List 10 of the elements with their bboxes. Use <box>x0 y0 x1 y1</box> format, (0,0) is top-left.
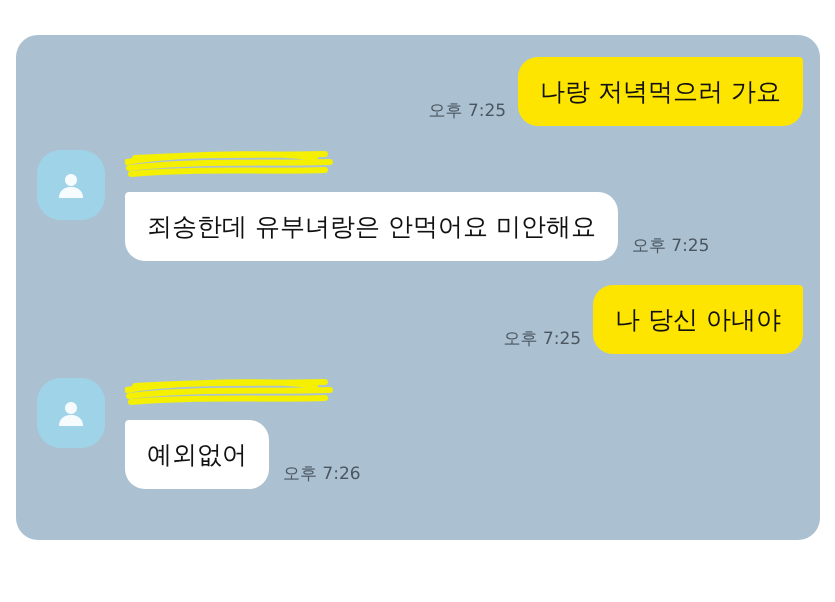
profile-avatar[interactable] <box>37 150 105 220</box>
received-message-bubble: 죄송한데 유부녀랑은 안먹어요 미안해요 <box>125 192 618 261</box>
received-message-bubble: 예외없어 <box>125 420 269 489</box>
message-time: 오후 7:25 <box>504 328 582 351</box>
profile-avatar[interactable] <box>37 378 105 448</box>
message-time: 오후 7:25 <box>632 235 710 258</box>
sent-message-bubble: 나 당신 아내야 <box>593 285 803 354</box>
sent-message-bubble: 나랑 저녁먹으러 가요 <box>518 57 803 126</box>
message-time: 오후 7:26 <box>283 463 361 486</box>
message-time: 오후 7:25 <box>428 100 506 123</box>
